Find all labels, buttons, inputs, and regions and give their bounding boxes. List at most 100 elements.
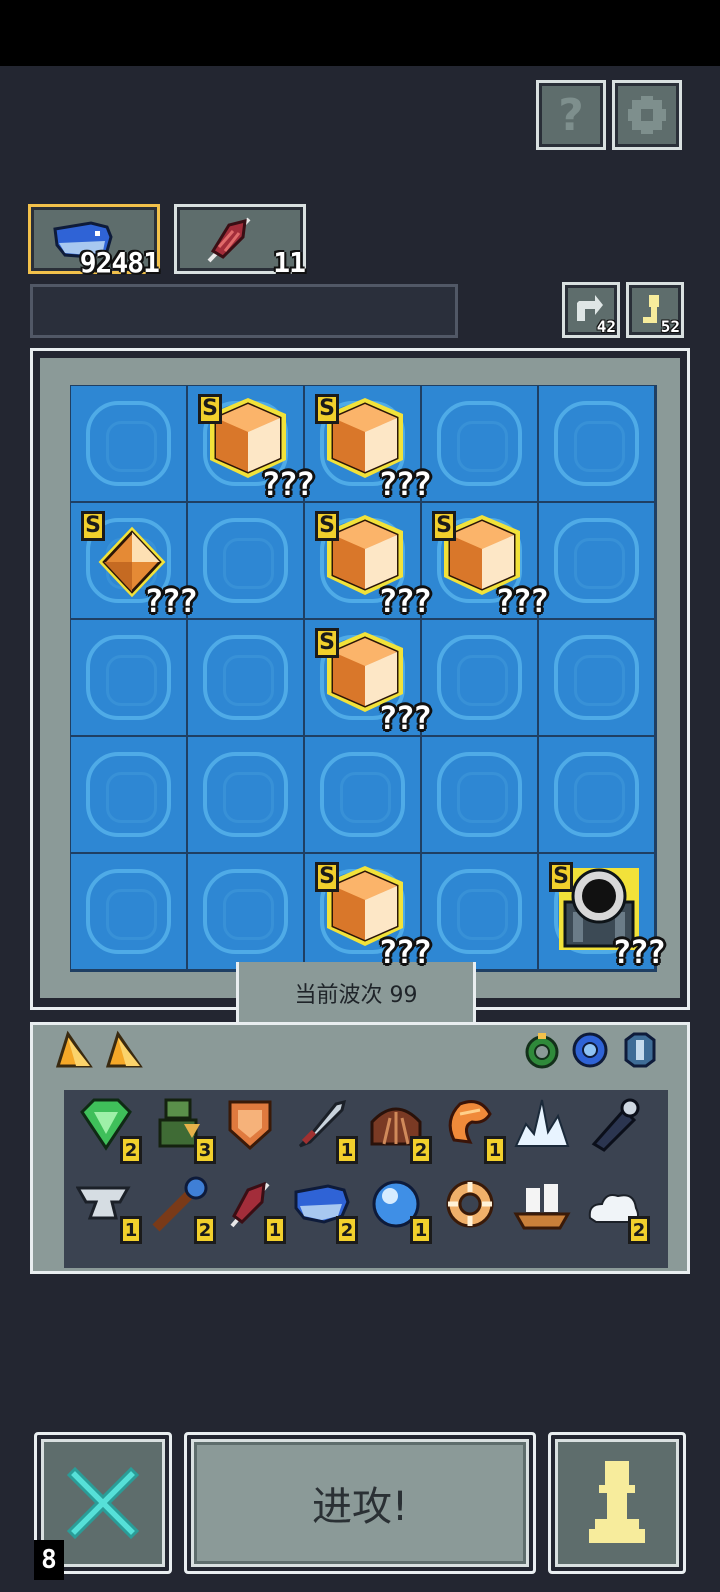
inventory-item[interactable] bbox=[512, 1174, 572, 1234]
wave-label: 当前波次 99 bbox=[294, 982, 418, 1008]
inventory-item[interactable]: 2 bbox=[150, 1174, 216, 1244]
rank-badge: S bbox=[315, 394, 339, 424]
help-icon: ? bbox=[558, 89, 584, 141]
inventory-tab-2[interactable] bbox=[104, 1030, 144, 1070]
turn-counter: 8 bbox=[34, 1540, 64, 1580]
tile-pattern bbox=[437, 869, 522, 954]
board-cell-0-1[interactable]: S??? bbox=[188, 386, 315, 503]
board-cell-0-3[interactable] bbox=[422, 386, 537, 501]
board-cell-0-0[interactable] bbox=[71, 386, 186, 501]
refresh-count: 42 bbox=[596, 317, 616, 336]
tile-pattern bbox=[554, 518, 639, 603]
board-cell-4-0[interactable] bbox=[71, 854, 186, 969]
filter-green[interactable] bbox=[522, 1030, 562, 1070]
refresh-button[interactable]: 42 bbox=[562, 282, 620, 338]
board-cell-1-2[interactable]: S??? bbox=[305, 503, 432, 620]
inventory-item[interactable]: 1 bbox=[220, 1174, 286, 1244]
board-cell-1-0[interactable]: S??? bbox=[71, 503, 198, 620]
orange-triangle-icon bbox=[55, 1030, 93, 1068]
inventory-item[interactable]: 2 bbox=[366, 1094, 432, 1164]
unknown-stat: ??? bbox=[378, 933, 432, 971]
whale-count: 92481 bbox=[79, 246, 160, 279]
key-count: 52 bbox=[660, 317, 680, 336]
tile-pattern bbox=[86, 401, 171, 486]
resource-feather[interactable]: 11 bbox=[174, 204, 306, 279]
board-cell-4-3[interactable] bbox=[422, 854, 537, 969]
board-cell-0-4[interactable] bbox=[539, 386, 654, 501]
unknown-stat: ??? bbox=[612, 933, 666, 971]
inventory-item[interactable]: 1 bbox=[366, 1174, 432, 1244]
board-cell-2-1[interactable] bbox=[188, 620, 303, 735]
tile-pattern bbox=[554, 401, 639, 486]
board-cell-3-1[interactable] bbox=[188, 737, 303, 852]
bronze-shield-icon bbox=[228, 1100, 272, 1151]
inventory-item[interactable] bbox=[220, 1094, 280, 1154]
pawn-icon bbox=[589, 1461, 645, 1543]
tile-pattern bbox=[86, 869, 171, 954]
blue-gear-icon bbox=[572, 1032, 608, 1068]
rank-badge: S bbox=[432, 511, 456, 541]
tile-pattern bbox=[203, 518, 288, 603]
item-quantity: 2 bbox=[120, 1136, 142, 1164]
inventory-item[interactable]: 1 bbox=[292, 1094, 358, 1164]
pawn-button[interactable] bbox=[548, 1432, 686, 1574]
board-cell-3-2[interactable] bbox=[305, 737, 420, 852]
resource-whale[interactable]: 92481 bbox=[28, 204, 160, 279]
board-cell-2-4[interactable] bbox=[539, 620, 654, 735]
board-cell-3-4[interactable] bbox=[539, 737, 654, 852]
board-cell-4-2[interactable]: S??? bbox=[305, 854, 432, 971]
tile-pattern bbox=[203, 635, 288, 720]
item-quantity: 3 bbox=[194, 1136, 216, 1164]
inventory-item[interactable]: 2 bbox=[76, 1094, 142, 1164]
inventory-item[interactable]: 2 bbox=[584, 1174, 650, 1244]
inventory-item[interactable] bbox=[440, 1174, 500, 1234]
board-cell-1-3[interactable]: S??? bbox=[422, 503, 549, 620]
wave-indicator: 当前波次 99 bbox=[236, 962, 476, 1026]
rank-badge: S bbox=[198, 394, 222, 424]
attack-button[interactable]: 进攻! bbox=[184, 1432, 536, 1574]
board-cell-1-1[interactable] bbox=[188, 503, 303, 618]
board-cell-4-4[interactable]: S??? bbox=[539, 854, 666, 971]
unknown-stat: ??? bbox=[261, 465, 315, 503]
gear-icon bbox=[628, 96, 666, 134]
item-quantity: 1 bbox=[336, 1136, 358, 1164]
unknown-stat: ??? bbox=[378, 465, 432, 503]
inventory-item[interactable] bbox=[584, 1094, 644, 1154]
inventory-item[interactable] bbox=[512, 1094, 572, 1154]
board-cell-4-1[interactable] bbox=[188, 854, 303, 969]
board-cell-2-2[interactable]: S??? bbox=[305, 620, 432, 737]
feather-icon bbox=[207, 217, 251, 263]
item-quantity: 2 bbox=[410, 1136, 432, 1164]
inventory-item[interactable]: 1 bbox=[75, 1174, 142, 1244]
spyglass-icon bbox=[591, 1098, 640, 1152]
board-cell-2-0[interactable] bbox=[71, 620, 186, 735]
settings-button[interactable] bbox=[612, 80, 682, 150]
inventory-tab-1[interactable] bbox=[54, 1030, 94, 1070]
board-cell-2-3[interactable] bbox=[422, 620, 537, 735]
attack-label: 进攻! bbox=[311, 1484, 409, 1530]
board-cell-3-3[interactable] bbox=[422, 737, 537, 852]
item-quantity: 2 bbox=[628, 1216, 650, 1244]
inventory-item[interactable]: 1 bbox=[440, 1094, 506, 1164]
inventory-item[interactable]: 3 bbox=[150, 1094, 216, 1164]
key-button[interactable]: 52 bbox=[626, 282, 684, 338]
board-cell-1-4[interactable] bbox=[539, 503, 654, 618]
lifebuoy-icon bbox=[446, 1180, 494, 1228]
tile-pattern bbox=[554, 752, 639, 837]
rank-badge: S bbox=[315, 511, 339, 541]
tile-pattern bbox=[86, 635, 171, 720]
filter-blue[interactable] bbox=[570, 1030, 610, 1070]
unknown-stat: ??? bbox=[144, 582, 198, 620]
board-grid: S??? S??? S??? S??? S??? S??? S??? S??? bbox=[70, 385, 666, 972]
board-cell-3-0[interactable] bbox=[71, 737, 186, 852]
filter-armor[interactable] bbox=[620, 1030, 660, 1070]
item-quantity: 2 bbox=[194, 1216, 216, 1244]
help-button[interactable]: ? bbox=[536, 80, 606, 150]
rank-badge: S bbox=[315, 862, 339, 892]
green-ring-icon bbox=[525, 1033, 559, 1069]
ship-icon bbox=[513, 1184, 571, 1230]
inventory-item[interactable]: 2 bbox=[292, 1174, 358, 1244]
board-cell-0-2[interactable]: S??? bbox=[305, 386, 432, 503]
tile-pattern bbox=[437, 635, 522, 720]
tile-pattern bbox=[86, 752, 171, 837]
